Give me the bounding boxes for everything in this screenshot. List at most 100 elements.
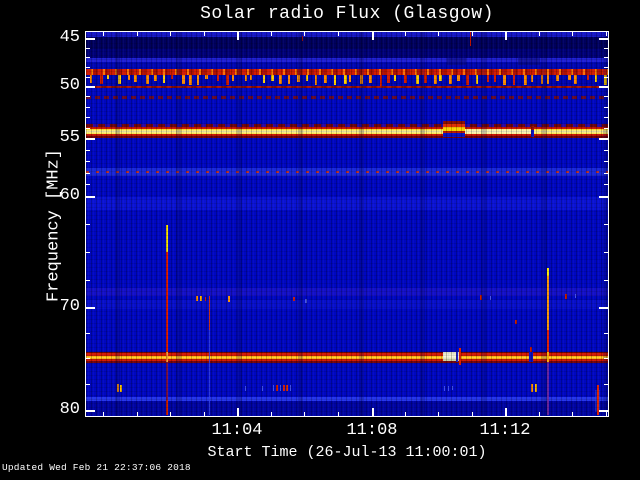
picket-burst bbox=[163, 75, 165, 83]
picket-burst bbox=[90, 75, 92, 84]
x-axis-tick bbox=[304, 412, 305, 416]
x-axis-tick bbox=[539, 412, 540, 416]
picket-burst bbox=[297, 75, 300, 83]
x-axis-tick bbox=[170, 32, 171, 36]
rfi-dot bbox=[276, 385, 278, 391]
rfi-dot bbox=[290, 385, 291, 391]
y-axis-tick bbox=[86, 150, 90, 151]
y-axis-tick bbox=[86, 358, 90, 359]
y-tick-label: 50 bbox=[59, 76, 80, 95]
picket-burst bbox=[457, 75, 460, 82]
picket-burst bbox=[146, 75, 149, 85]
burst-1102-bottom bbox=[166, 400, 168, 415]
picket-burst bbox=[232, 75, 234, 81]
x-axis-tick bbox=[137, 32, 138, 36]
picket-burst bbox=[154, 75, 157, 82]
picket-burst bbox=[288, 75, 290, 84]
y-axis-tick bbox=[604, 150, 608, 151]
picket-burst bbox=[134, 75, 137, 83]
y-axis-tick bbox=[86, 57, 90, 58]
top-red-dash-b bbox=[302, 36, 303, 41]
x-axis-tick bbox=[170, 412, 171, 416]
burst-1113-band-cross bbox=[547, 352, 549, 362]
x-axis-tick bbox=[472, 32, 473, 36]
x-axis-tick bbox=[606, 412, 607, 416]
y-axis-tick bbox=[86, 224, 90, 225]
x-axis-tick bbox=[472, 412, 473, 416]
y-axis-tick bbox=[86, 107, 90, 108]
y-axis-tick bbox=[599, 307, 608, 309]
y-axis-tick bbox=[604, 280, 608, 281]
y-tick-label: 60 bbox=[59, 186, 80, 205]
y-axis-tick bbox=[86, 67, 90, 68]
picket-burst bbox=[217, 75, 219, 82]
x-axis-tick bbox=[237, 408, 239, 416]
picket-burst bbox=[182, 75, 185, 84]
y-axis-tick bbox=[604, 161, 608, 162]
band75-red-tick bbox=[459, 348, 461, 365]
rfi-dot bbox=[293, 297, 295, 301]
x-axis-tick bbox=[372, 32, 374, 40]
picket-burst bbox=[449, 75, 452, 85]
picket-burst bbox=[587, 75, 589, 81]
picket-burst bbox=[387, 75, 390, 83]
burst-1103-red bbox=[209, 296, 210, 330]
rfi-dot bbox=[280, 385, 281, 391]
picket-burst bbox=[476, 75, 478, 85]
picket-burst bbox=[306, 75, 308, 82]
x-axis-tick bbox=[505, 32, 507, 40]
dark-navy-2 bbox=[86, 49, 608, 58]
y-axis-tick bbox=[86, 128, 90, 129]
band54-pale-patch bbox=[465, 129, 531, 134]
y-axis-tick bbox=[599, 86, 608, 88]
x-axis-tick bbox=[103, 412, 104, 416]
y-axis-tick bbox=[86, 138, 95, 140]
x-axis-tick bbox=[372, 408, 374, 416]
rfi-dot bbox=[565, 294, 567, 299]
band60-fuzzy bbox=[86, 197, 608, 210]
picket-burst bbox=[574, 75, 577, 84]
picket-burst bbox=[556, 75, 559, 82]
band75-notch bbox=[529, 352, 533, 362]
rfi-dot bbox=[117, 384, 119, 392]
y-axis-tick bbox=[86, 77, 90, 78]
picket-burst bbox=[494, 75, 496, 82]
rfi-dot bbox=[515, 320, 517, 324]
y-axis-tick bbox=[86, 96, 90, 97]
rfi-dot bbox=[531, 384, 533, 392]
rfi-dot bbox=[228, 296, 230, 302]
x-axis-tick bbox=[271, 32, 272, 36]
picket-burst bbox=[100, 75, 103, 85]
solar-radio-spectrogram-page: Solar radio Flux (Glasgow) Frequency [MH… bbox=[0, 0, 640, 480]
rfi-dot bbox=[305, 299, 307, 303]
rfi-dot bbox=[448, 386, 449, 391]
red-line-50mhz bbox=[86, 86, 608, 88]
picket-burst bbox=[205, 75, 208, 80]
band70-fuzzy bbox=[86, 300, 608, 309]
picket-burst bbox=[466, 75, 469, 86]
y-axis-tick bbox=[86, 48, 90, 49]
band57-red-speckle bbox=[86, 171, 608, 173]
rfi-dot bbox=[452, 386, 453, 390]
y-tick-label: 70 bbox=[59, 297, 80, 316]
picket-burst bbox=[263, 75, 265, 83]
maroon-dashes-51mhz bbox=[86, 96, 608, 99]
y-axis-tick bbox=[604, 252, 608, 253]
x-axis-tick bbox=[405, 412, 406, 416]
picket-burst bbox=[404, 75, 407, 84]
picket-burst bbox=[344, 75, 347, 84]
y-axis-tick bbox=[86, 410, 95, 412]
picket-burst bbox=[424, 75, 427, 83]
rfi-dot bbox=[200, 296, 202, 301]
y-axis-tick bbox=[86, 184, 90, 185]
burst-1102-yellow-top bbox=[166, 225, 168, 252]
picket-burst bbox=[334, 75, 336, 85]
picket-burst bbox=[568, 75, 571, 81]
picket-burst bbox=[487, 75, 489, 82]
rfi-dot bbox=[535, 384, 537, 392]
picket-burst bbox=[279, 75, 282, 85]
rfi-dot bbox=[273, 385, 274, 391]
x-axis-tick bbox=[505, 408, 507, 416]
picket-burst bbox=[595, 75, 597, 82]
picket-burst bbox=[271, 75, 274, 82]
